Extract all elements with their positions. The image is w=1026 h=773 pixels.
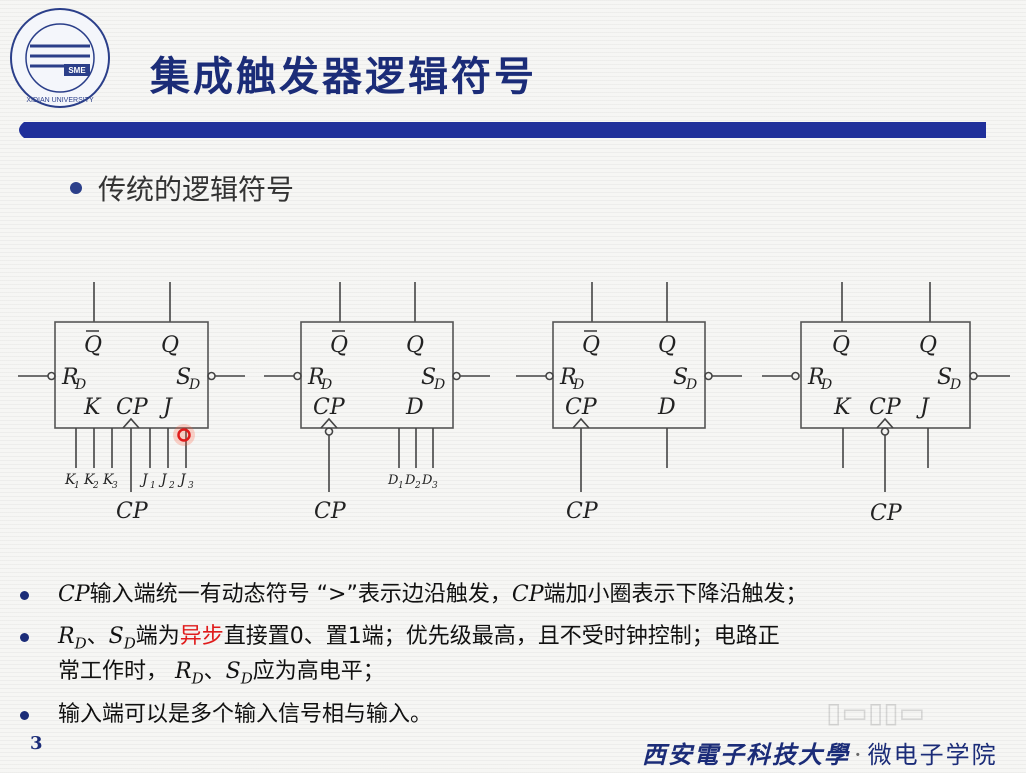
page-title: 集成触发器逻辑符号: [150, 54, 537, 100]
svg-text:2: 2: [414, 481, 421, 491]
svg-text:1: 1: [74, 481, 80, 491]
async-highlight: 异步: [179, 624, 224, 649]
cp-label: CP: [116, 395, 149, 420]
bullet-1: CP输入端统一有动态符号 “>”表示边沿触发，CP端加小圈表示下降沿触发；: [20, 578, 1005, 612]
svg-text:D: D: [188, 377, 200, 393]
university-logo: SME XIDIAN UNIVERSITY: [10, 8, 110, 108]
bullet-dot: [70, 182, 82, 194]
svg-text:CP: CP: [313, 395, 346, 420]
subtitle: 传统的逻辑符号: [70, 168, 294, 208]
svg-text:D: D: [405, 395, 424, 420]
svg-text:D: D: [320, 377, 332, 393]
svg-text:Q: Q: [919, 333, 937, 358]
j-label: J: [159, 395, 173, 420]
svg-text:3: 3: [432, 481, 438, 491]
svg-text:J: J: [916, 395, 930, 420]
svg-text:CP: CP: [314, 499, 347, 524]
svg-text:Q: Q: [658, 333, 676, 358]
svg-text:D: D: [820, 377, 832, 393]
flip-flop-symbols: .ln{stroke:#444;stroke-width:1.6;fill:no…: [18, 282, 1010, 526]
d-flip-flop-symbol: Q Q RD SD CP D CP: [516, 282, 742, 524]
cp-bottom-label: CP: [116, 499, 149, 524]
svg-text:CP: CP: [870, 501, 903, 526]
svg-text:2: 2: [92, 481, 99, 491]
svg-text:Q: Q: [330, 333, 348, 358]
svg-text:CP: CP: [869, 395, 902, 420]
watermark: ▯▭▯▯▭: [826, 696, 926, 729]
jk-multi-input-symbol: Q Q RD SD K CP J K1 K2 K3 J1 J2 J3 CP: [18, 282, 245, 524]
svg-text:J: J: [177, 472, 187, 488]
svg-text:D: D: [572, 377, 584, 393]
jk-flip-flop-symbol: Q Q RD SD K CP J CP: [762, 282, 1010, 526]
d-multi-input-symbol: Q Q RD SD CP D D1 D2 D3 CP: [264, 282, 490, 524]
svg-text:J: J: [139, 472, 149, 488]
bullet-dot: [20, 633, 29, 642]
svg-text:2: 2: [168, 481, 175, 491]
qbar-label: Q: [84, 333, 102, 358]
subtitle-text: 传统的逻辑符号: [98, 173, 295, 206]
bullet-dot: [20, 591, 29, 600]
svg-text:J: J: [158, 472, 168, 488]
svg-text:D: D: [433, 377, 445, 393]
footer-dept: 微电子学院: [867, 741, 998, 769]
footer: 西安電子科技大學 · 微电子学院: [642, 740, 998, 769]
svg-text:CP: CP: [566, 499, 599, 524]
svg-text:3: 3: [188, 481, 194, 491]
logo-ring-text: XIDIAN UNIVERSITY: [26, 97, 94, 104]
svg-text:CP: CP: [565, 395, 598, 420]
footer-school: 西安電子科技大學: [642, 740, 850, 769]
svg-text:D: D: [949, 377, 961, 393]
svg-text:Q: Q: [582, 333, 600, 358]
bullet-dot: [20, 711, 29, 720]
k-label: K: [83, 395, 102, 420]
svg-text:K: K: [833, 395, 852, 420]
q-label: Q: [161, 333, 179, 358]
svg-text:Q: Q: [406, 333, 424, 358]
svg-text:D: D: [74, 377, 86, 393]
svg-text:1: 1: [398, 481, 404, 491]
title-underline-bar: [19, 122, 986, 138]
svg-text:Q: Q: [832, 333, 850, 358]
svg-text:D: D: [657, 395, 676, 420]
cursor-highlight: [173, 424, 195, 446]
logo-text: SME: [68, 66, 86, 75]
svg-text:3: 3: [112, 481, 118, 491]
page-number: 3: [30, 733, 43, 754]
svg-text:D: D: [685, 377, 697, 393]
svg-text:1: 1: [150, 481, 156, 491]
bullet-2-cont: 常工作时， RD、SD应为高电平；: [58, 659, 385, 688]
